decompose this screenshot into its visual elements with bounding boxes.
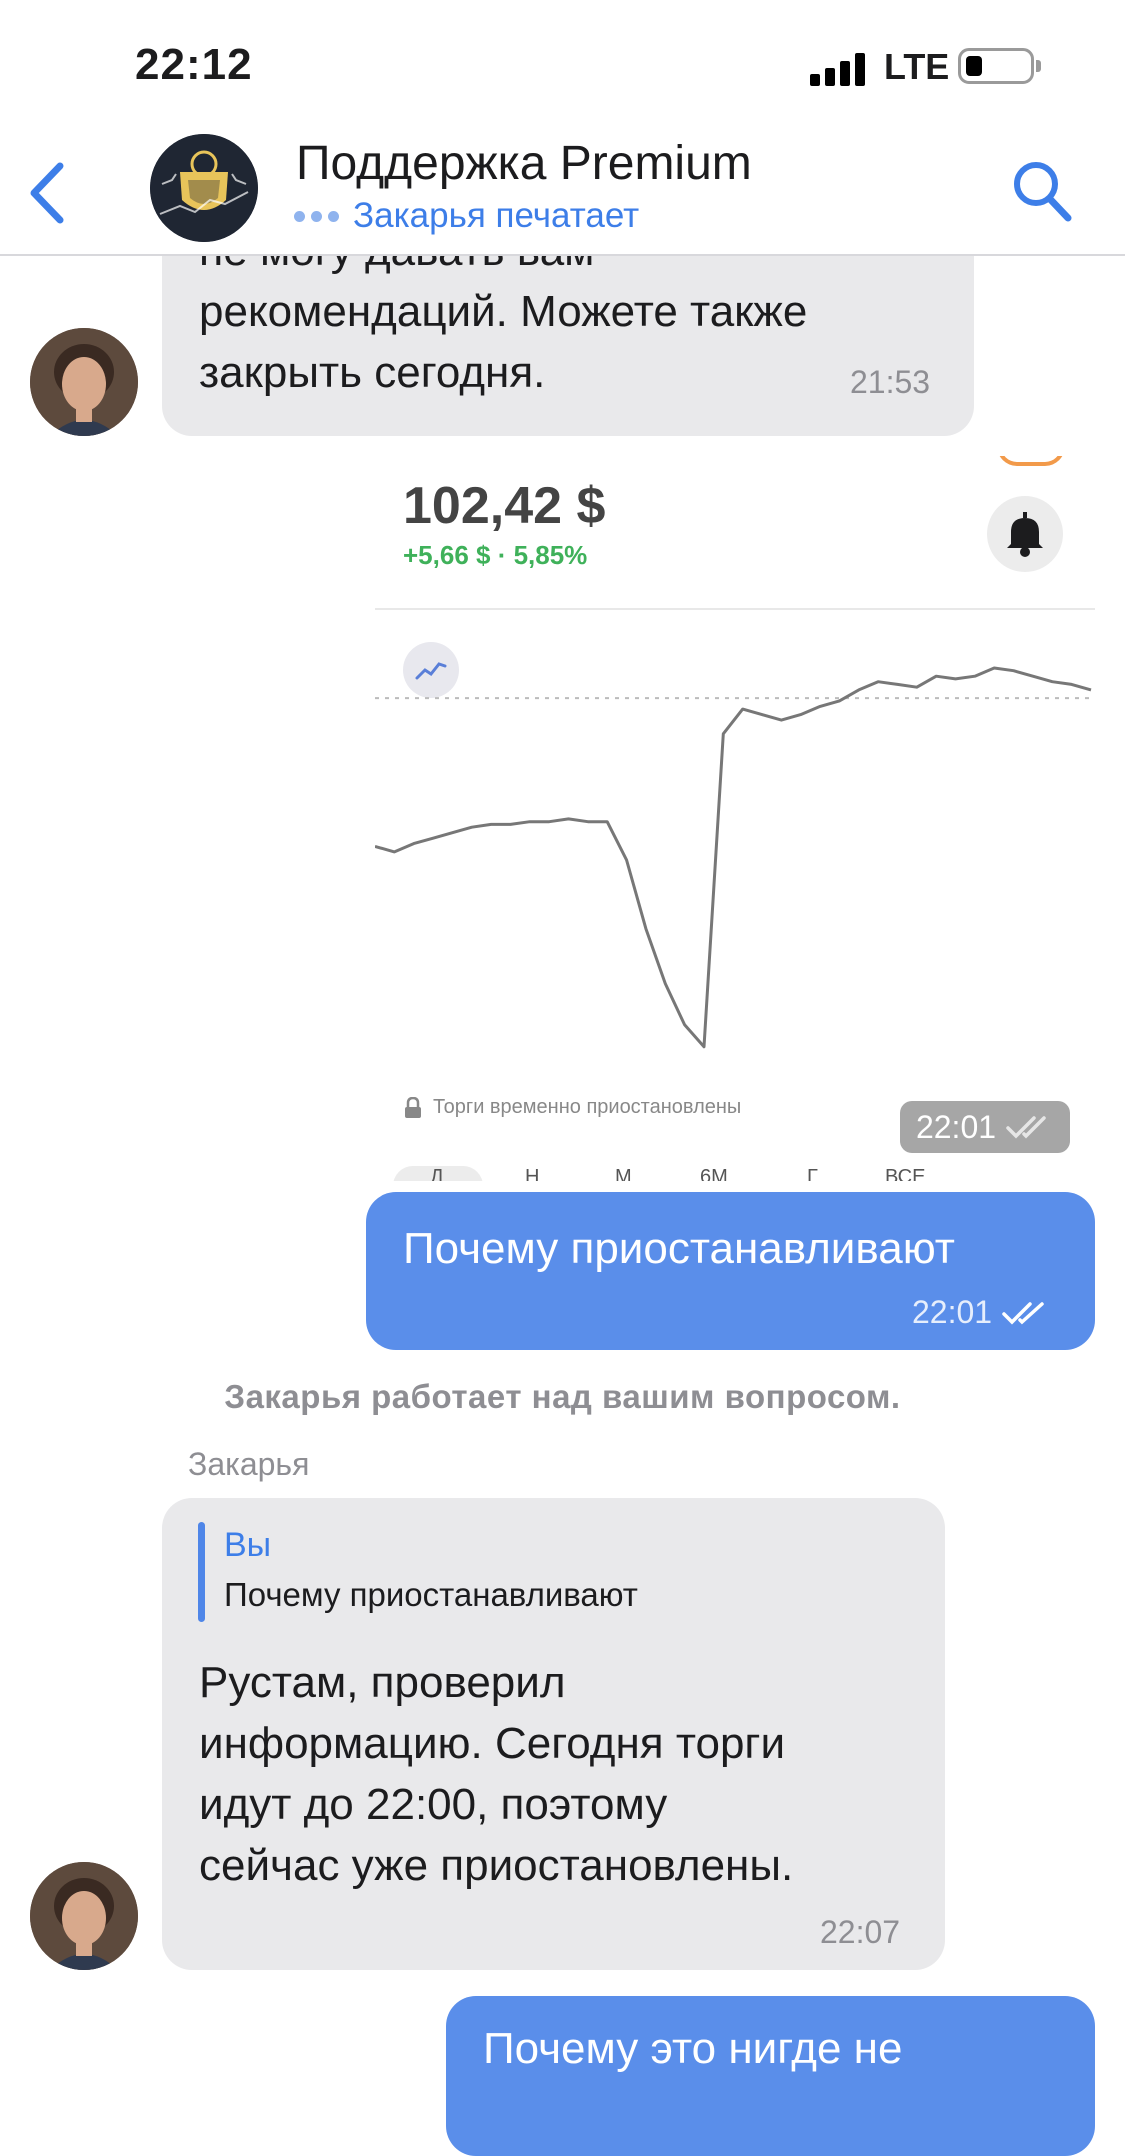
agent-avatar[interactable] bbox=[30, 328, 138, 436]
back-button[interactable] bbox=[20, 158, 80, 228]
message-time: 21:53 bbox=[850, 364, 931, 400]
bank-logo-icon bbox=[150, 134, 258, 242]
network-label: LTE bbox=[884, 46, 950, 87]
outgoing-message[interactable]: Почему это нигде не bbox=[446, 1996, 1095, 2156]
chevron-left-icon bbox=[30, 162, 64, 224]
typing-indicator: Закарья печатает bbox=[294, 196, 639, 236]
shot-bell-button bbox=[987, 496, 1063, 572]
status-bar: 22:12 LTE bbox=[0, 0, 1125, 130]
message-line: информацию. Сегодня торги bbox=[199, 1719, 786, 1768]
period-tab: М bbox=[615, 1166, 632, 1181]
price-series-line bbox=[375, 666, 1092, 1049]
image-time-text: 22:01 bbox=[915, 1108, 997, 1145]
image-time: 22:01 bbox=[900, 1101, 1070, 1153]
shot-price-change: +5,66 $ · 5,85% bbox=[403, 540, 588, 570]
lock-icon bbox=[405, 1096, 421, 1118]
shot-price: 102,42 $ bbox=[403, 477, 606, 535]
double-check-icon bbox=[1006, 1116, 1046, 1139]
period-tab: Д bbox=[430, 1166, 444, 1181]
message-status: 22:01 bbox=[912, 1294, 1052, 1331]
period-tab: 6М bbox=[700, 1166, 728, 1181]
quote-author: Вы bbox=[224, 1526, 272, 1564]
typing-text: Закарья печатает bbox=[353, 196, 640, 235]
search-button[interactable] bbox=[1010, 156, 1076, 226]
status-time: 22:12 bbox=[135, 40, 253, 89]
message-text: Почему это нигде не bbox=[483, 2024, 903, 2073]
battery-icon bbox=[958, 48, 1034, 84]
agent-avatar[interactable] bbox=[30, 1862, 138, 1970]
quote-text: Почему приостанавливают bbox=[224, 1576, 638, 1613]
battery-cap bbox=[1036, 60, 1041, 72]
message-line: сейчас уже приостановлены. bbox=[199, 1841, 794, 1890]
message-text: Почему приостанавливают bbox=[403, 1224, 955, 1273]
quote-bar bbox=[198, 1522, 205, 1622]
period-tab: Н bbox=[525, 1166, 540, 1181]
person-avatar-icon bbox=[30, 1862, 138, 1970]
chat-avatar[interactable] bbox=[150, 134, 258, 242]
system-note: Закарья работает над вашим вопросом. bbox=[224, 1378, 901, 1415]
person-avatar-icon bbox=[30, 328, 138, 436]
message-line: идут до 22:00, поэтому bbox=[199, 1780, 668, 1829]
lock-status-text: Торги временно приостановлены bbox=[433, 1096, 742, 1118]
signal-icon bbox=[810, 52, 870, 86]
message-line: закрыть сегодня. bbox=[199, 348, 546, 397]
chat-title: Поддержка Premium bbox=[296, 137, 752, 190]
shot-divider bbox=[375, 608, 1095, 610]
outgoing-message[interactable]: Почему приостанавливают 22:01 bbox=[366, 1192, 1095, 1350]
period-tab: ВСЕ bbox=[885, 1166, 926, 1181]
bell-icon bbox=[1007, 512, 1043, 557]
shot-lock-status: Торги временно приостановлены bbox=[403, 1096, 741, 1119]
search-icon bbox=[1014, 162, 1072, 222]
shared-screenshot[interactable]: 102,42 $ +5,66 $ · 5,85% Торги временно … bbox=[375, 456, 1095, 1181]
message-line: Рустам, проверил bbox=[199, 1658, 566, 1707]
message-line: рекомендаций. Можете также bbox=[199, 287, 808, 336]
stock-logo-icon bbox=[997, 456, 1065, 466]
chat-header: Поддержка Premium Закарья печатает bbox=[0, 130, 1125, 256]
message-time: 22:01 bbox=[912, 1294, 993, 1330]
period-tab: Г bbox=[807, 1166, 818, 1181]
message-time: 22:07 bbox=[820, 1914, 901, 1950]
price-chart bbox=[375, 666, 1095, 1049]
typing-dots-icon bbox=[294, 210, 339, 222]
sender-name: Закарья bbox=[188, 1446, 310, 1482]
incoming-message[interactable]: Вы Почему приостанавливают Рустам, прове… bbox=[162, 1498, 945, 1970]
double-check-icon bbox=[1002, 1301, 1044, 1324]
